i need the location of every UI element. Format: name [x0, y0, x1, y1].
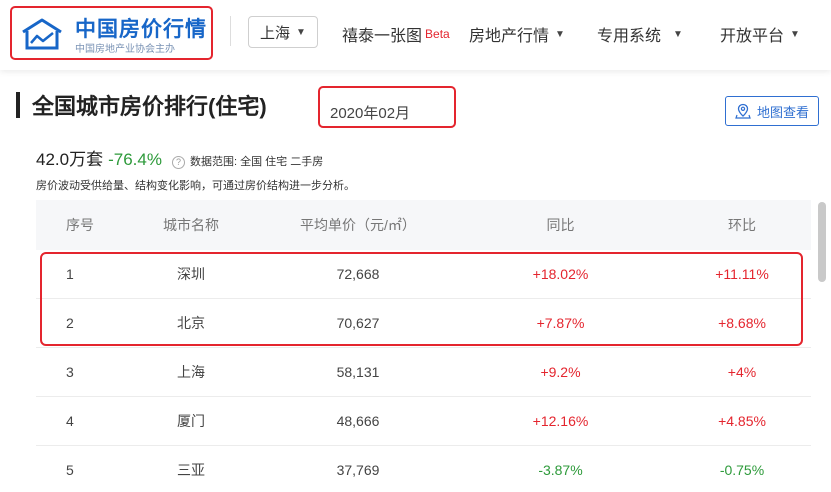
nav-market-label: 房地产行情	[469, 28, 550, 45]
data-scope: 数据范围: 全国 住宅 二手房	[189, 156, 324, 168]
city-name[interactable]: 深圳	[114, 264, 268, 284]
avg-price: 48,666	[336, 413, 380, 429]
mom-change: +8.68%	[718, 315, 766, 331]
table-header: 序号 城市名称 平均单价（元/㎡） 同比 环比	[36, 200, 811, 250]
col-rank: 序号	[66, 217, 94, 233]
table-row[interactable]: 1 深圳 72,668 +18.02% +11.11%	[36, 250, 811, 299]
scrollbar[interactable]	[818, 202, 826, 282]
col-yoy[interactable]: 同比	[448, 215, 673, 235]
divider	[230, 16, 231, 46]
city-label: 上海	[260, 24, 291, 42]
volume-change: -76.4%	[108, 150, 162, 169]
yoy-change: +7.87%	[536, 315, 585, 331]
chevron-down-icon: ▼	[296, 26, 306, 38]
help-icon[interactable]: ?	[171, 156, 185, 169]
chevron-down-icon: ▼	[673, 28, 683, 40]
avg-price: 58,131	[336, 364, 380, 380]
date-selector[interactable]: 2020年02月	[318, 86, 456, 128]
nav-systems-label: 专用系统	[597, 28, 662, 45]
date-label: 2020年02月	[330, 105, 411, 122]
nav-open-platform-label: 开放平台	[720, 28, 785, 45]
avg-price: 70,627	[336, 315, 380, 331]
nav-map[interactable]: 禧泰一张图 Beta	[342, 22, 450, 46]
avg-price: 37,769	[336, 462, 380, 478]
nav-open-platform[interactable]: 开放平台 ▼	[720, 22, 800, 46]
city-name[interactable]: 上海	[114, 362, 268, 382]
table-row[interactable]: 2 北京 70,627 +7.87% +8.68%	[36, 299, 811, 348]
mom-change: +11.11%	[715, 266, 769, 282]
top-header: 中国房价行情 中国房地产业协会主办 上海 ▼ 禧泰一张图 Beta 房地产行情 …	[0, 0, 831, 70]
mom-change: +4.85%	[718, 413, 766, 429]
col-mom[interactable]: 环比	[673, 215, 811, 235]
logo-subtitle: 中国房地产业协会主办	[75, 44, 175, 55]
table-row[interactable]: 5 三亚 37,769 -3.87% -0.75%	[36, 446, 811, 492]
table-row[interactable]: 4 厦门 48,666 +12.16% +4.85%	[36, 397, 811, 446]
rank: 4	[66, 413, 74, 429]
city-name[interactable]: 北京	[114, 313, 268, 333]
rank: 3	[66, 364, 74, 380]
col-price: 平均单价（元/㎡）	[300, 217, 416, 233]
chevron-down-icon: ▼	[790, 28, 800, 40]
yoy-change: +18.02%	[532, 266, 589, 282]
nav-map-label: 禧泰一张图	[342, 28, 423, 45]
yoy-change: +9.2%	[540, 364, 581, 380]
map-view-button[interactable]: 地图查看	[725, 96, 819, 126]
mom-change: -0.75%	[719, 462, 765, 478]
map-view-label: 地图查看	[756, 104, 809, 120]
house-chart-icon	[22, 18, 62, 50]
nav-systems[interactable]: 专用系统 ▼	[597, 22, 683, 46]
table-row[interactable]: 3 上海 58,131 +9.2% +4%	[36, 348, 811, 397]
city-selector[interactable]: 上海 ▼	[248, 16, 318, 48]
logo[interactable]: 中国房价行情 中国房地产业协会主办	[10, 6, 213, 60]
mom-change: +4%	[727, 364, 757, 380]
city-name[interactable]: 三亚	[114, 460, 268, 480]
page-title: 全国城市房价排行(住宅)	[32, 94, 267, 119]
beta-badge: Beta	[425, 27, 450, 41]
title-accent-bar	[16, 92, 20, 118]
yoy-change: +12.16%	[532, 413, 589, 429]
summary: 42.0万套 -76.4% ? 数据范围: 全国 住宅 二手房	[36, 145, 323, 170]
avg-price: 72,668	[336, 266, 380, 282]
city-name[interactable]: 厦门	[114, 411, 268, 431]
rank: 1	[66, 266, 74, 282]
logo-title: 中国房价行情	[75, 18, 207, 41]
chevron-down-icon: ▼	[555, 28, 565, 40]
summary-note: 房价波动受供给量、结构变化影响，可通过房价结构进一步分析。	[36, 180, 355, 192]
col-city: 城市名称	[163, 217, 219, 233]
nav-market[interactable]: 房地产行情 ▼	[469, 22, 565, 46]
total-volume: 42.0万套	[36, 150, 104, 169]
rank: 5	[66, 462, 74, 478]
rank: 2	[66, 315, 74, 331]
ranking-table: 序号 城市名称 平均单价（元/㎡） 同比 环比 1 深圳 72,668 +18.…	[36, 200, 811, 492]
map-pin-icon	[735, 103, 751, 119]
yoy-change: -3.87%	[538, 462, 583, 478]
